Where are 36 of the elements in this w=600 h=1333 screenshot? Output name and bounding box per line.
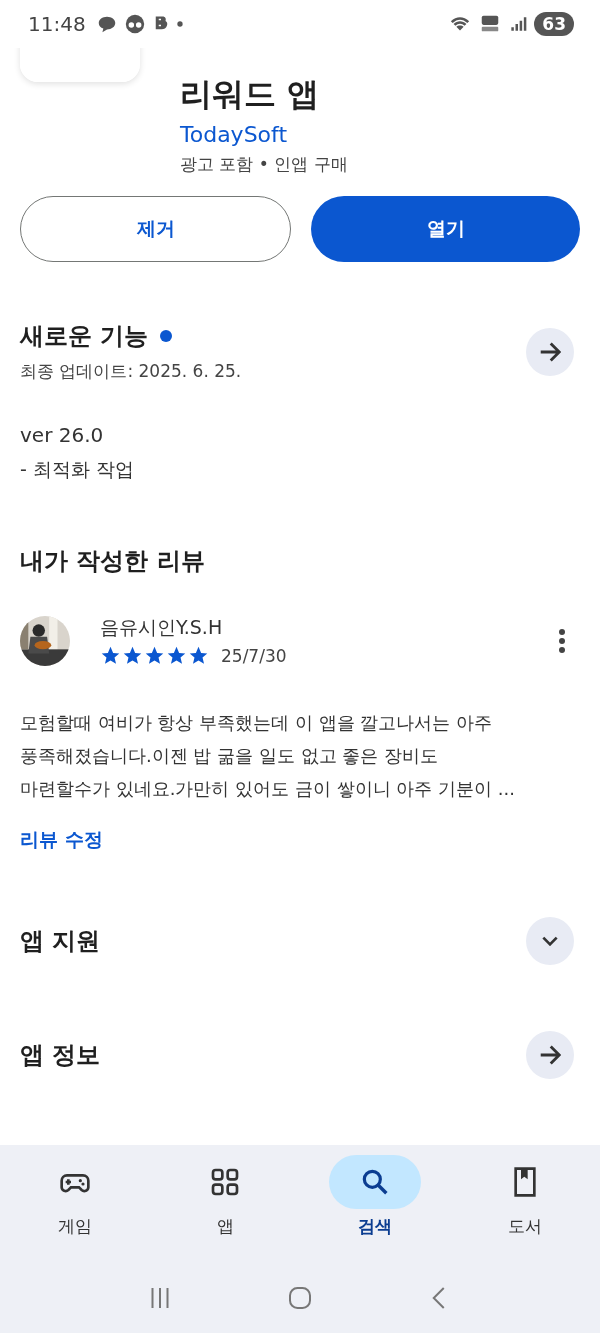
version-text: ver 26.0 bbox=[19, 423, 105, 447]
nav-tab[interactable]: 도서 bbox=[470, 1155, 580, 1238]
expand-button[interactable] bbox=[526, 917, 574, 965]
dot-icon bbox=[175, 20, 184, 28]
developer-link[interactable]: TodaySoft bbox=[180, 122, 348, 147]
release-notes: - 최적화 작업 bbox=[19, 457, 135, 482]
chevron-down-icon bbox=[542, 936, 558, 946]
uninstall-button[interactable]: 제거 bbox=[20, 196, 291, 262]
arrow-button[interactable] bbox=[526, 327, 574, 376]
arrow-right-icon bbox=[539, 1045, 561, 1065]
grid-icon bbox=[209, 1166, 241, 1198]
star-icon bbox=[144, 645, 165, 666]
arrow-button[interactable] bbox=[526, 1031, 574, 1079]
edit-review-link[interactable]: 리뷰 수정 bbox=[0, 827, 123, 853]
review-text: 모험할때 여비가 항상 부족했는데 이 앱을 깔고나서는 아주 풍족해졌습니다.이젠 밥 굶을 일도 없고 좋은 장비도 마련할수가 있네요.가만히 있어도 금이 쌓이니 아주 기분이 ... bbox=[19, 711, 516, 801]
arrow-right-icon bbox=[539, 341, 561, 362]
star-icon bbox=[100, 645, 121, 666]
face-icon bbox=[123, 13, 146, 35]
app-meta: 광고 포함 • 인앱 구매 bbox=[180, 153, 348, 176]
open-button[interactable]: 열기 bbox=[311, 196, 580, 262]
reviewer-name: 음유시인Y.S.H bbox=[100, 615, 224, 640]
section-title: 앱 지원 bbox=[20, 926, 101, 957]
section-title: 앱 정보 bbox=[20, 1040, 101, 1071]
review-date: 25/7/30 bbox=[221, 645, 287, 666]
star-icon bbox=[166, 645, 187, 666]
app-title: 리워드 앱 bbox=[180, 74, 321, 115]
update-date: 최종 업데이트: 2025. 6. 25. bbox=[20, 360, 242, 383]
star-icon bbox=[188, 645, 209, 666]
nav-tab[interactable]: 앱 bbox=[170, 1155, 280, 1238]
nav-tab[interactable]: 게임 bbox=[20, 1155, 130, 1238]
status-time: 11:48 bbox=[28, 12, 86, 36]
section-title: 내가 작성한 리뷰 bbox=[19, 546, 206, 577]
section-title: 새로운 기능 bbox=[20, 321, 149, 352]
star-icon bbox=[122, 645, 143, 666]
more-options-icon[interactable] bbox=[558, 626, 566, 655]
battery-level: 63 bbox=[534, 12, 574, 36]
